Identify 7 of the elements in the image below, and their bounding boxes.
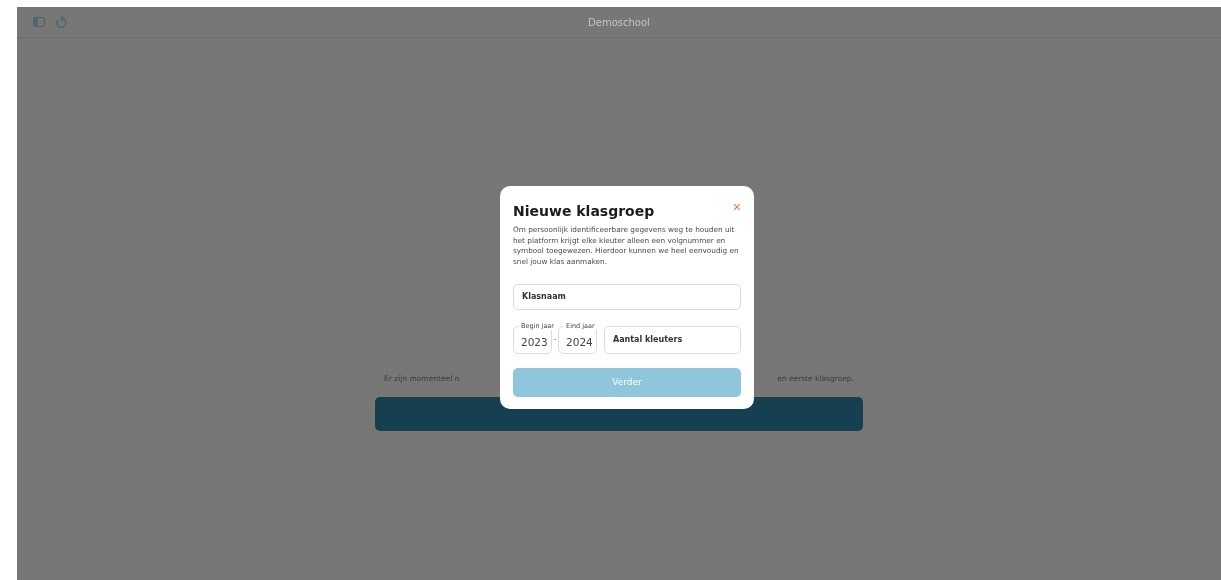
children-count-field[interactable]: Aantal kleuters (604, 325, 741, 354)
sidebar-toggle-icon[interactable] (33, 17, 45, 27)
class-name-field[interactable]: Klasnaam (513, 284, 741, 310)
refresh-icon[interactable] (55, 15, 67, 29)
year-separator: - (552, 335, 558, 345)
header-title: Demoschool (588, 16, 650, 28)
dialog-title: Nieuwe klasgroep (513, 203, 655, 219)
